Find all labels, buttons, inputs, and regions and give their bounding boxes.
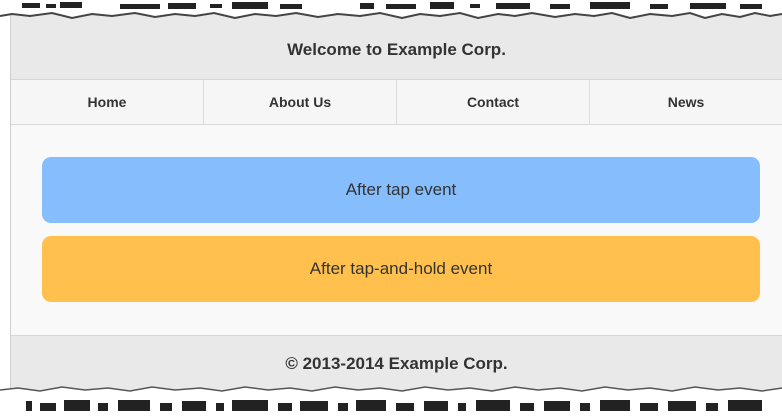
torn-top-edge (0, 0, 782, 20)
nav-item-home[interactable]: Home (11, 80, 204, 124)
navbar: Home About Us Contact News (11, 80, 782, 125)
nav-item-about-us[interactable]: About Us (204, 80, 397, 124)
torn-bottom-edge (0, 386, 782, 416)
tap-event-box[interactable]: After tap event (42, 157, 760, 223)
page-footer: © 2013-2014 Example Corp. (11, 335, 782, 391)
app-page: Welcome to Example Corp. Home About Us C… (10, 0, 782, 416)
nav-item-news[interactable]: News (590, 80, 782, 124)
tap-and-hold-event-box[interactable]: After tap-and-hold event (42, 236, 760, 302)
page-title: Welcome to Example Corp. (287, 40, 506, 59)
nav-item-contact[interactable]: Contact (397, 80, 590, 124)
main-content: After tap event After tap-and-hold event (11, 125, 782, 335)
